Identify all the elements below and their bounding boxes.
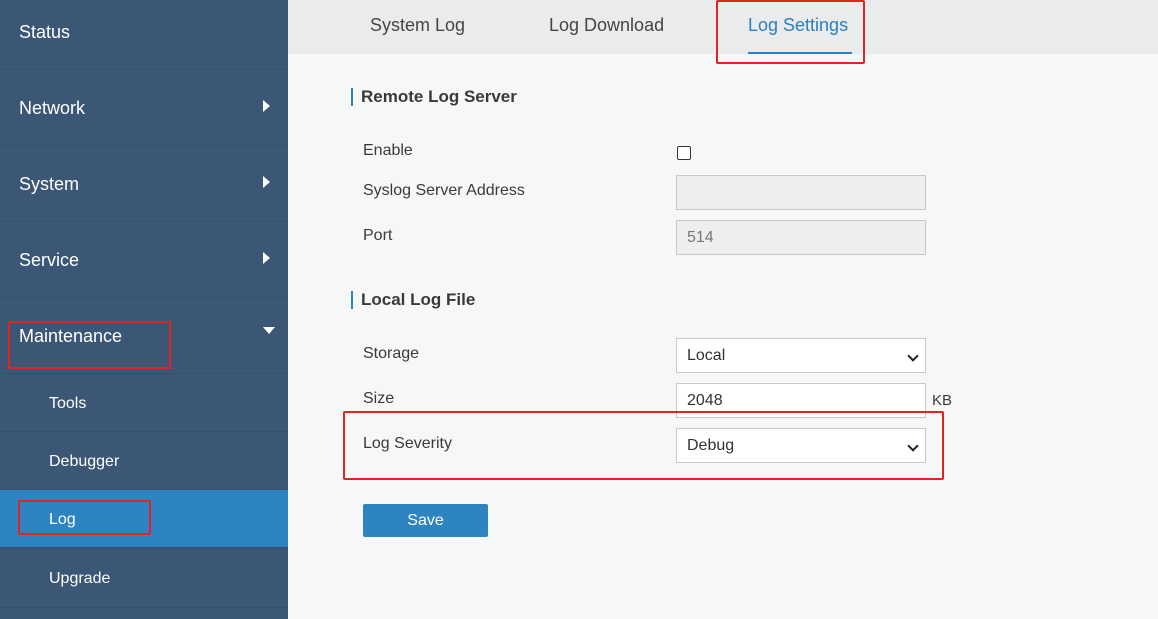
sidebar-item-status[interactable]: Status xyxy=(0,0,288,70)
highlight-box-log-severity xyxy=(343,411,944,480)
chevron-right-icon xyxy=(263,176,270,188)
save-button[interactable]: Save xyxy=(363,504,488,537)
sidebar-subitem-debugger[interactable]: Debugger xyxy=(0,432,288,490)
size-label: Size xyxy=(363,390,395,407)
sidebar-item-network[interactable]: Network xyxy=(0,70,288,146)
sidebar-item-label: Status xyxy=(19,22,71,42)
sidebar-subitem-label: Debugger xyxy=(49,453,120,470)
sidebar-subitem-label: Tools xyxy=(49,395,87,412)
storage-select[interactable]: Local xyxy=(676,338,926,373)
chevron-right-icon xyxy=(263,100,270,112)
sidebar-item-service[interactable]: Service xyxy=(0,222,288,298)
sidebar-item-label: Network xyxy=(19,98,86,118)
sidebar-subitem-label: Upgrade xyxy=(49,570,111,587)
sidebar-subitem-upgrade[interactable]: Upgrade xyxy=(0,548,288,608)
sidebar-item-system[interactable]: System xyxy=(0,146,288,222)
storage-label: Storage xyxy=(363,345,420,362)
section-title-local-log-file: Local Log File xyxy=(351,291,475,309)
size-unit: KB xyxy=(932,392,953,409)
enable-label: Enable xyxy=(363,142,413,159)
sidebar-subitem-tools[interactable]: Tools xyxy=(0,374,288,432)
chevron-right-icon xyxy=(263,252,270,264)
port-label: Port xyxy=(363,227,393,244)
tab-system-log[interactable]: System Log xyxy=(370,15,465,36)
syslog-server-address-label: Syslog Server Address xyxy=(363,182,525,199)
sidebar-item-label: System xyxy=(19,174,80,194)
sidebar-item-label: Service xyxy=(19,250,80,270)
storage-select-value: Local xyxy=(687,347,726,364)
highlight-box-maintenance xyxy=(8,321,171,369)
chevron-down-icon xyxy=(263,327,275,334)
syslog-server-address-input[interactable] xyxy=(676,175,926,210)
chevron-down-icon xyxy=(907,350,919,362)
highlight-box-log xyxy=(18,500,151,535)
tab-log-download[interactable]: Log Download xyxy=(549,15,664,36)
enable-checkbox[interactable] xyxy=(677,146,691,160)
section-title-remote-log-server: Remote Log Server xyxy=(351,88,517,106)
highlight-box-log-settings-tab xyxy=(716,0,865,64)
port-input[interactable]: 514 xyxy=(676,220,926,255)
